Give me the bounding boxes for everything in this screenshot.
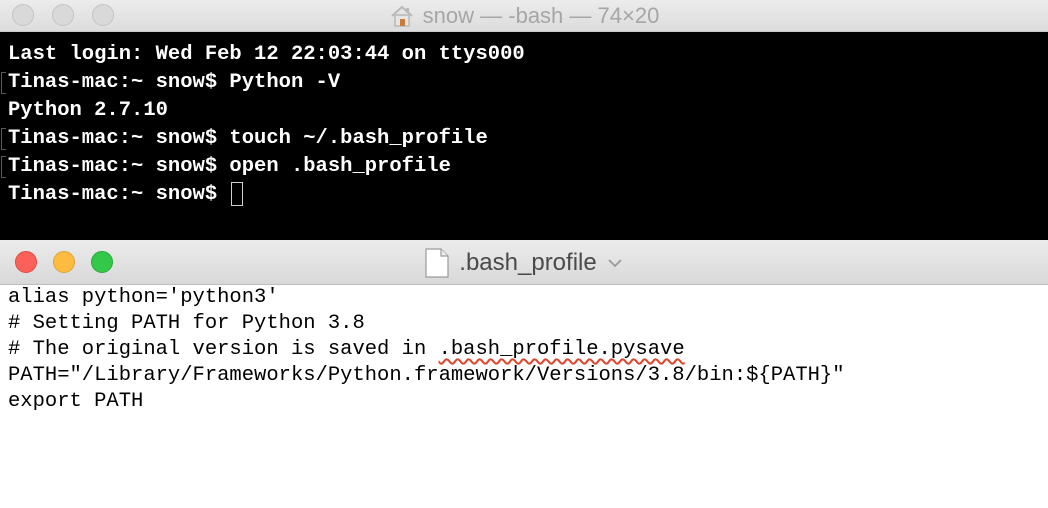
editor-line: alias python='python3' bbox=[8, 286, 279, 309]
editor-line: # The original version is saved in .bash… bbox=[8, 338, 685, 361]
command-mark bbox=[1, 72, 6, 94]
editor-title-text: .bash_profile bbox=[459, 248, 597, 276]
editor-line: export PATH bbox=[8, 390, 144, 413]
terminal-line: Tinas-mac:~ snow$ Python -V bbox=[0, 69, 1048, 97]
terminal-line: Last login: Wed Feb 12 22:03:44 on ttys0… bbox=[8, 43, 525, 66]
editor-line: PATH="/Library/Frameworks/Python.framewo… bbox=[8, 364, 845, 387]
editor-line: # Setting PATH for Python 3.8 bbox=[8, 312, 365, 335]
terminal-line: Python 2.7.10 bbox=[8, 99, 168, 122]
editor-titlebar[interactable]: .bash_profile bbox=[0, 240, 1048, 285]
command-mark bbox=[1, 128, 6, 150]
terminal-cursor bbox=[231, 181, 244, 206]
editor-title[interactable]: .bash_profile bbox=[0, 240, 1048, 285]
terminal-title: snow — -bash — 74×20 bbox=[0, 0, 1048, 32]
misspelled-word[interactable]: .bash_profile.pysave bbox=[439, 338, 685, 361]
document-icon bbox=[425, 247, 449, 278]
terminal-line: Tinas-mac:~ snow$ touch ~/.bash_profile bbox=[0, 125, 1048, 153]
terminal-title-text: snow — -bash — 74×20 bbox=[422, 3, 660, 28]
terminal-output[interactable]: Last login: Wed Feb 12 22:03:44 on ttys0… bbox=[0, 32, 1048, 240]
command-mark bbox=[1, 156, 6, 178]
home-icon bbox=[389, 4, 415, 28]
terminal-titlebar[interactable]: snow — -bash — 74×20 bbox=[0, 0, 1048, 32]
terminal-prompt-line[interactable]: Tinas-mac:~ snow$ bbox=[0, 181, 1048, 209]
editor-text-area[interactable]: alias python='python3' # Setting PATH fo… bbox=[0, 285, 1048, 508]
terminal-line: Tinas-mac:~ snow$ open .bash_profile bbox=[0, 153, 1048, 181]
chevron-down-icon[interactable] bbox=[607, 258, 623, 268]
